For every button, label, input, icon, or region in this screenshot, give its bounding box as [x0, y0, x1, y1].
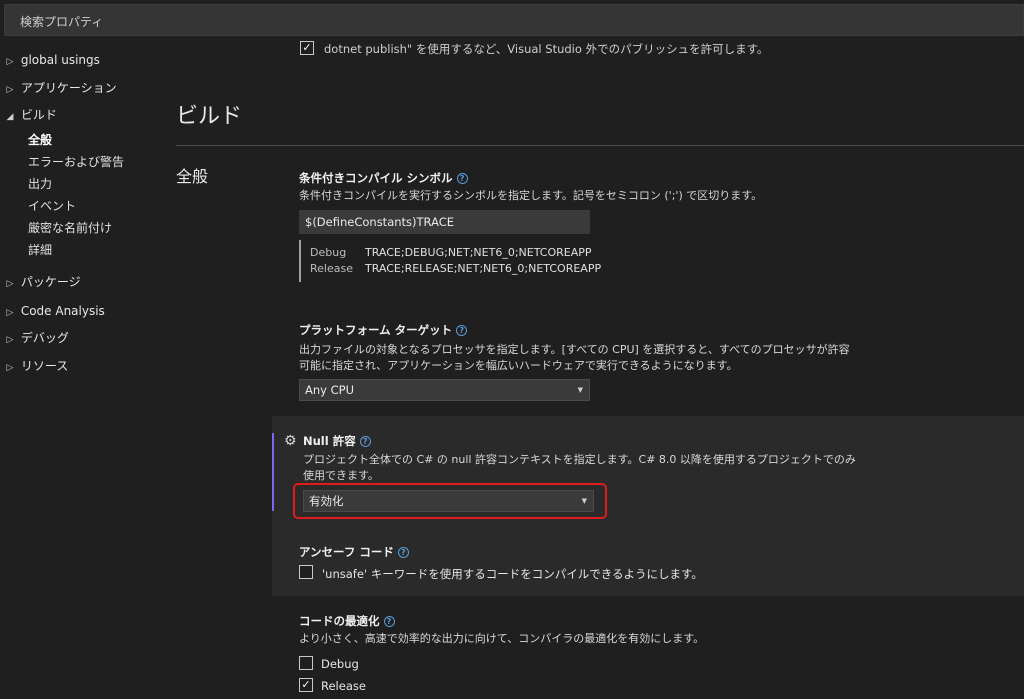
collapse-arrow-icon: ◢ — [6, 112, 14, 122]
optimize-release-label: Release — [321, 679, 366, 693]
platform-target-title: プラットフォーム ターゲット? — [299, 322, 468, 338]
caret-down-icon: ▼ — [577, 386, 583, 394]
conditional-symbols-title-text: 条件付きコンパイル シンボル — [299, 171, 453, 185]
sidebar-item-code-analysis[interactable]: ▷ Code Analysis — [0, 301, 105, 321]
config-value: TRACE;DEBUG;NET;NET6_0;NETCOREAPP — [365, 246, 592, 259]
unsafe-code-title: アンセーフ コード? — [299, 544, 409, 560]
info-icon[interactable]: ? — [397, 547, 409, 558]
expand-arrow-icon: ▷ — [6, 308, 14, 318]
sidebar-item-application[interactable]: ▷ アプリケーション — [0, 78, 117, 98]
conditional-symbols-title: 条件付きコンパイル シンボル? — [299, 170, 468, 186]
unsafe-code-title-text: アンセーフ コード — [299, 545, 394, 559]
info-icon[interactable]: ? — [359, 436, 371, 447]
evaluated-values: Debug TRACE;DEBUG;NET;NET6_0;NETCOREAPP R… — [299, 240, 601, 282]
optimize-debug-checkbox[interactable] — [299, 656, 313, 670]
publish-checkbox[interactable]: ✓ — [300, 41, 314, 55]
optimize-debug-label: Debug — [321, 657, 359, 671]
section-divider — [176, 145, 1024, 146]
sidebar-item-package[interactable]: ▷ パッケージ — [0, 272, 81, 292]
sidebar-item-debug[interactable]: ▷ デバッグ — [0, 328, 69, 348]
search-bar: 検索プロパティ — [0, 0, 1024, 38]
info-icon[interactable]: ? — [383, 616, 395, 627]
nullable-description: プロジェクト全体での C# の null 許容コンテキストを指定します。C# 8… — [303, 452, 856, 484]
sidebar-subitem-events[interactable]: イベント — [28, 196, 76, 216]
unsafe-code-checkbox[interactable] — [299, 565, 313, 579]
optimize-title: コードの最適化? — [299, 613, 395, 629]
optimize-description: より小さく、高速で効率的な出力に向けて、コンパイラの最適化を有効にします。 — [299, 632, 705, 645]
sidebar-subitem-strong-naming[interactable]: 厳密な名前付け — [28, 218, 112, 238]
platform-target-description: 出力ファイルの対象となるプロセッサを指定します。[すべての CPU] を選択する… — [299, 342, 850, 374]
sidebar-item-build[interactable]: ◢ ビルド — [0, 105, 57, 125]
conditional-symbols-input[interactable]: $(DefineConstants)TRACE — [299, 210, 590, 234]
publish-checkbox-label: dotnet publish" を使用するなど、Visual Studio 外で… — [324, 42, 769, 56]
expand-arrow-icon: ▷ — [6, 363, 14, 373]
sidebar-item-label: global usings — [20, 53, 100, 67]
config-name: Debug — [310, 246, 347, 259]
sidebar-item-label: Code Analysis — [20, 304, 105, 318]
config-name: Release — [310, 262, 353, 275]
description-line: 出力ファイルの対象となるプロセッサを指定します。[すべての CPU] を選択する… — [299, 343, 850, 356]
group-title-general: 全般 — [176, 167, 209, 186]
modified-accent-bar — [272, 433, 274, 511]
expand-arrow-icon: ▷ — [6, 85, 14, 95]
highlight-outline — [293, 483, 607, 519]
section-title-build: ビルド — [176, 104, 243, 129]
sidebar-subitem-general[interactable]: 全般 — [28, 130, 52, 150]
description-line: プロジェクト全体での C# の null 許容コンテキストを指定します。C# 8… — [303, 453, 856, 466]
description-line: 使用できます。 — [303, 469, 379, 482]
expand-arrow-icon: ▷ — [6, 335, 14, 345]
config-value: TRACE;RELEASE;NET;NET6_0;NETCOREAPP — [365, 262, 602, 275]
sidebar-item-label: デバッグ — [20, 331, 69, 345]
optimize-title-text: コードの最適化 — [299, 614, 380, 628]
info-icon[interactable]: ? — [456, 173, 468, 184]
gear-icon[interactable]: ⚙ — [284, 433, 297, 449]
info-icon[interactable]: ? — [456, 325, 468, 336]
sidebar-subitem-errors-warnings[interactable]: エラーおよび警告 — [28, 152, 124, 172]
conditional-symbols-description: 条件付きコンパイルを実行するシンボルを指定します。記号をセミコロン (';') … — [299, 189, 763, 202]
platform-target-title-text: プラットフォーム ターゲット — [299, 323, 453, 337]
sidebar-item-global-usings[interactable]: ▷ global usings — [0, 50, 100, 70]
sidebar-item-label: ビルド — [20, 108, 57, 122]
sidebar-item-resources[interactable]: ▷ リソース — [0, 356, 69, 376]
search-input[interactable]: 検索プロパティ — [4, 4, 1024, 36]
sidebar-nav: ▷ global usings ▷ アプリケーション ◢ ビルド 全般 エラーお… — [0, 38, 160, 699]
expand-arrow-icon: ▷ — [6, 279, 14, 289]
optimize-release-checkbox[interactable]: ✓ — [299, 678, 313, 692]
evaluated-row-release: Release TRACE;RELEASE;NET;NET6_0;NETCOREA… — [310, 261, 601, 277]
sidebar-item-label: パッケージ — [20, 275, 81, 289]
description-line: 可能に指定され、アプリケーションを幅広いハードウェアで実行できるようになります。 — [299, 359, 738, 372]
nullable-title-text: Null 許容 — [303, 434, 356, 448]
sidebar-item-label: リソース — [20, 359, 69, 373]
sidebar-subitem-advanced[interactable]: 詳細 — [28, 240, 52, 260]
dropdown-value: Any CPU — [305, 383, 354, 397]
nullable-title: Null 許容? — [303, 433, 371, 449]
platform-target-dropdown[interactable]: Any CPU ▼ — [299, 379, 590, 401]
unsafe-code-checkbox-label: 'unsafe' キーワードを使用するコードをコンパイルできるようにします。 — [322, 567, 703, 581]
sidebar-item-label: アプリケーション — [20, 81, 117, 95]
properties-content: ✓ dotnet publish" を使用するなど、Visual Studio … — [160, 38, 1024, 699]
expand-arrow-icon: ▷ — [6, 57, 14, 67]
sidebar-subitem-output[interactable]: 出力 — [28, 174, 52, 194]
evaluated-row-debug: Debug TRACE;DEBUG;NET;NET6_0;NETCOREAPP — [310, 245, 601, 261]
